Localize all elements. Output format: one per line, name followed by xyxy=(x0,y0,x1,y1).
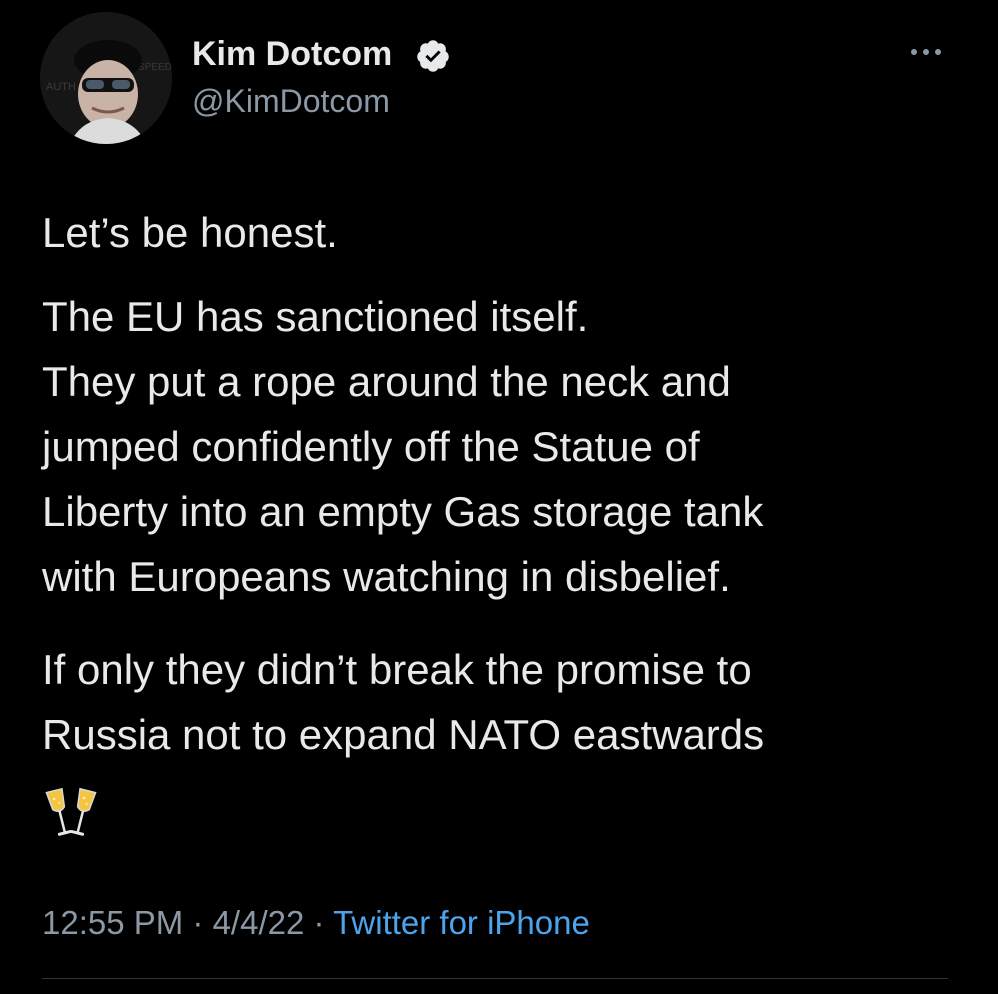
tweet-line: Russia not to expand NATO eastwards xyxy=(42,711,765,758)
avatar-bg-lettering: AUTH xyxy=(46,81,76,93)
svg-text:SPEED: SPEED xyxy=(138,62,172,73)
tweet-line: jumped confidently off the Statue of xyxy=(42,423,700,470)
divider xyxy=(42,978,948,979)
separator-dot: · xyxy=(183,904,213,941)
tweet-paragraph-1: Let’s be honest. xyxy=(42,200,338,265)
tweet-line: Liberty into an empty Gas storage tank xyxy=(42,488,764,535)
more-options-button[interactable] xyxy=(904,40,948,64)
tweet-line: with Europeans watching in disbelief. xyxy=(42,553,731,600)
tweet-metadata: 12:55 PM · 4/4/22 · Twitter for iPhone xyxy=(42,901,590,945)
profile-photo-icon: AUTH SPEED xyxy=(40,12,172,144)
verified-badge-icon xyxy=(417,40,449,72)
author-handle[interactable]: @KimDotcom xyxy=(192,80,390,122)
tweet-source-link[interactable]: Twitter for iPhone xyxy=(333,904,590,941)
tweet-time[interactable]: 12:55 PM xyxy=(42,904,183,941)
tweet-line: If only they didn’t break the promise to xyxy=(42,646,752,693)
clinking-glasses-icon xyxy=(45,787,97,836)
tweet-paragraph-2: The EU has sanctioned itself. They put a… xyxy=(42,284,763,609)
tweet-line: They put a rope around the neck and xyxy=(42,358,731,405)
tweet-date[interactable]: 4/4/22 xyxy=(213,904,305,941)
separator-dot: · xyxy=(304,904,334,941)
tweet-line: The EU has sanctioned itself. xyxy=(42,293,589,340)
tweet-line: Let’s be honest. xyxy=(42,209,338,256)
more-options-icon xyxy=(911,49,941,55)
avatar[interactable]: AUTH SPEED xyxy=(40,12,172,144)
author-name[interactable]: Kim Dotcom xyxy=(192,32,392,76)
tweet-paragraph-3: If only they didn’t break the promise to… xyxy=(42,637,764,767)
tweet: AUTH SPEED Kim Dotcom @KimDotcom Let’s b… xyxy=(0,0,998,994)
